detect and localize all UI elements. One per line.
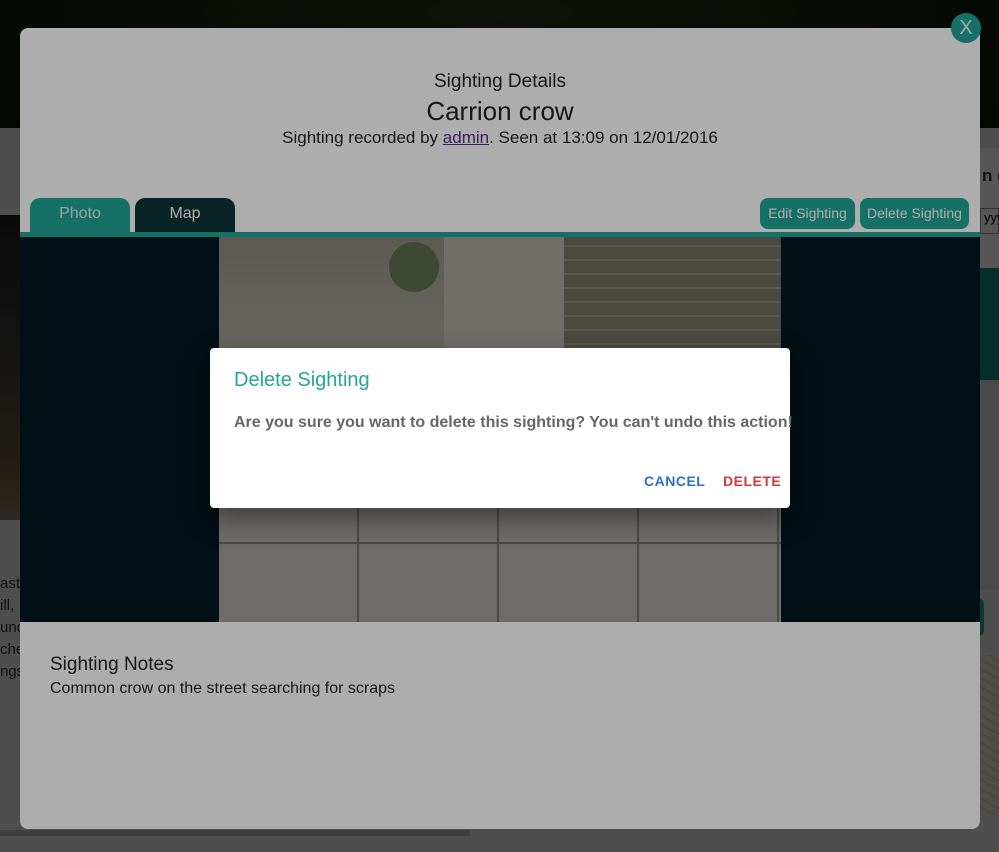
dialog-message: Are you sure you want to delete this sig… <box>234 414 793 431</box>
dialog-title: Delete Sighting <box>234 369 370 391</box>
confirm-delete-button[interactable]: DELETE <box>723 473 781 489</box>
cancel-button[interactable]: CANCEL <box>644 473 705 489</box>
delete-confirm-dialog: Delete Sighting Are you sure you want to… <box>210 348 793 508</box>
